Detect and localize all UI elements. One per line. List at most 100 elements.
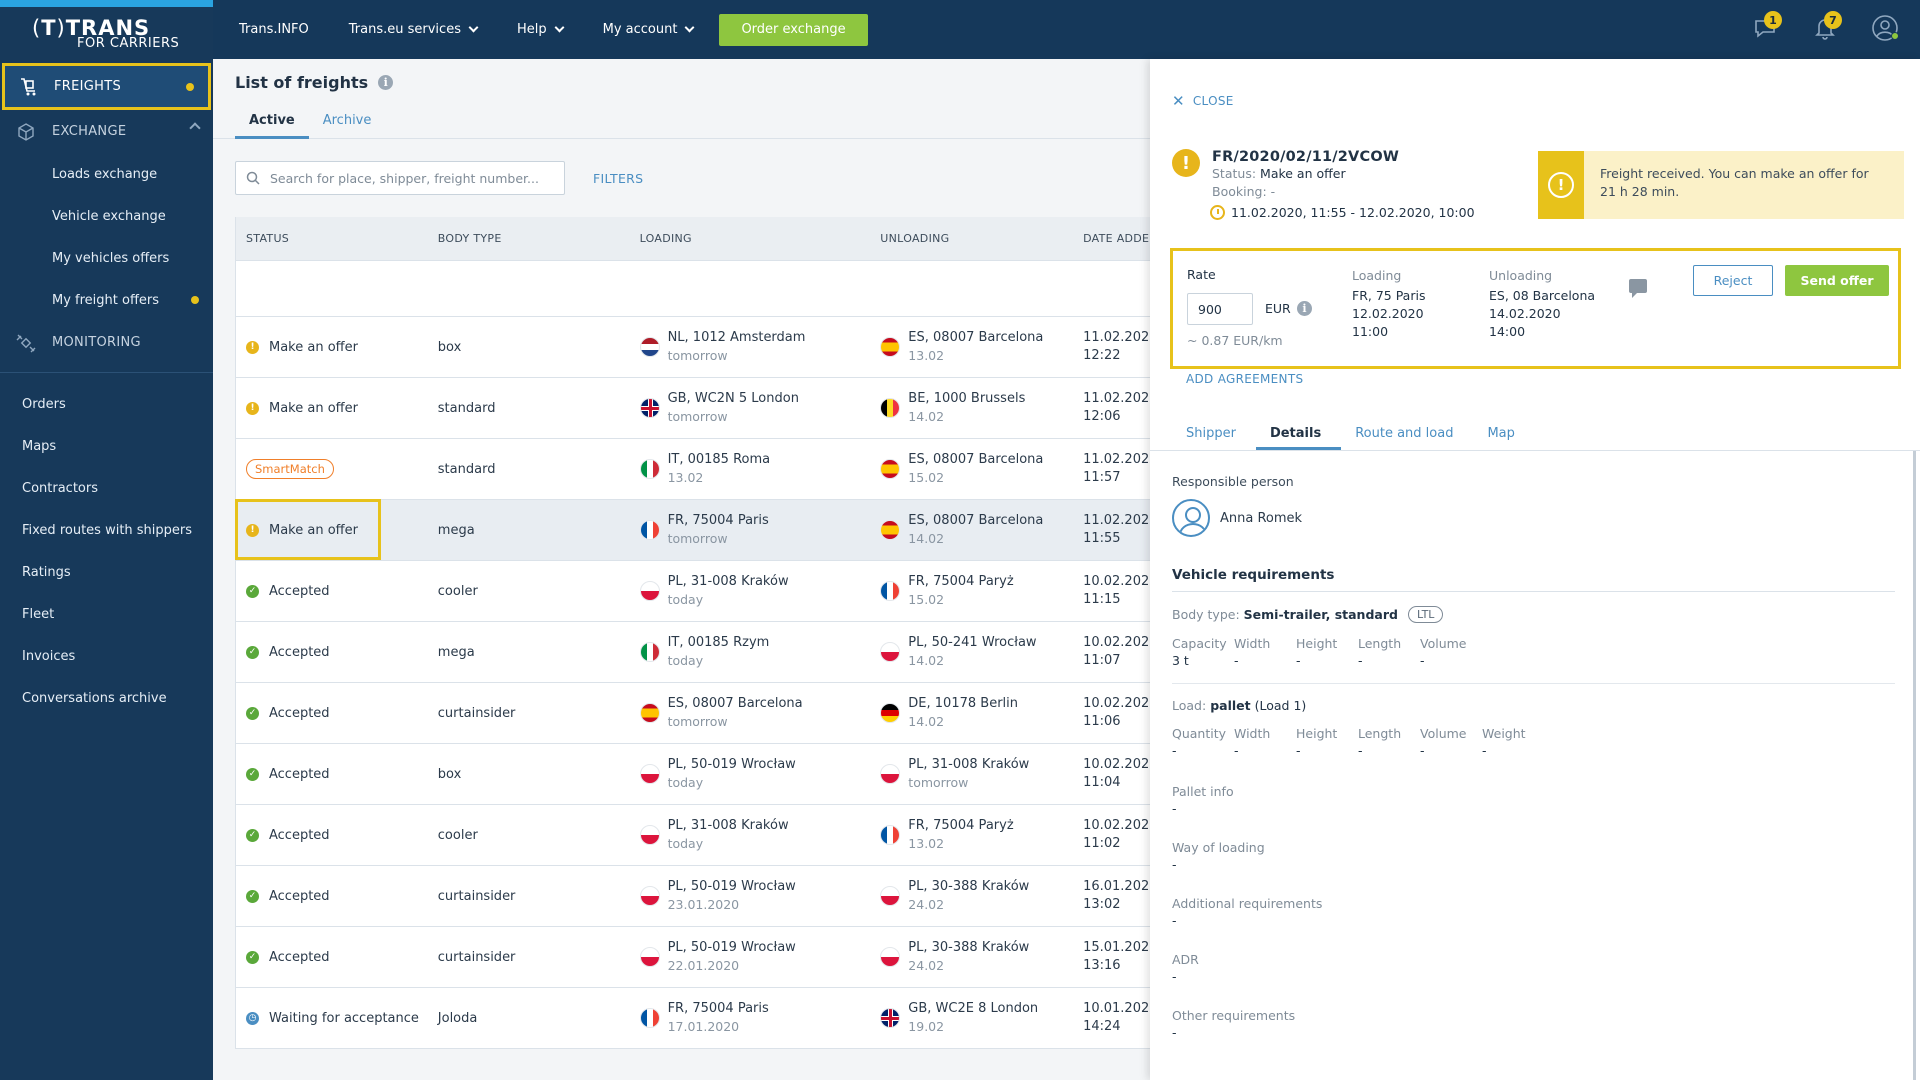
column-unloading[interactable]: UNLOADING	[880, 232, 1083, 245]
add-agreements-link[interactable]: ADD AGREEMENTS	[1186, 372, 1303, 386]
cell-status: ✓ Accepted	[236, 828, 438, 843]
unloading-place: ES, 08007 Barcelona	[908, 330, 1044, 345]
unloading-place: DE, 10178 Berlin	[908, 696, 1018, 711]
cell-status: ✓ Accepted	[236, 767, 438, 782]
sidebar-item-exchange[interactable]: EXCHANGE	[0, 110, 213, 153]
sidebar-link-conversations-archive[interactable]: Conversations archive	[0, 677, 213, 719]
status-text: Accepted	[269, 888, 330, 904]
sidebar-sub-vehicle-exchange[interactable]: Vehicle exchange	[0, 195, 213, 237]
sidebar-link-ratings[interactable]: Ratings	[0, 551, 213, 593]
unloading-when: 13.02	[908, 348, 945, 363]
loading-place: PL, 31-008 Kraków	[667, 574, 789, 589]
spec-cell: Width -	[1234, 725, 1296, 759]
extra-requirements: Pallet info - Way of loading - Additional re…	[1172, 783, 1895, 1041]
table-row[interactable]: ! Make an offer standard GB, WC2N 5 Londo…	[236, 378, 1150, 439]
table-row[interactable]: ✓ Accepted cooler PL, 31-008 Kraków today …	[236, 805, 1150, 866]
table-row[interactable]: ✓ Accepted box PL, 50-019 Wrocław today PL…	[236, 744, 1150, 805]
user-menu-button[interactable]	[1870, 10, 1900, 46]
topbar-link-help[interactable]: Help	[517, 22, 565, 37]
cell-date-added: 10.02.2020 11:02	[1083, 817, 1150, 853]
info-icon[interactable]: i	[378, 75, 394, 90]
reject-button[interactable]: Reject	[1693, 265, 1773, 296]
status-text: Make an offer	[269, 339, 358, 355]
sidebar-link-fleet[interactable]: Fleet	[0, 593, 213, 635]
tab-archive[interactable]: Archive	[309, 113, 386, 139]
cell-body-type: curtainsider	[437, 705, 516, 721]
sidebar-sub-my-freight-offers[interactable]: My freight offers	[0, 279, 213, 321]
offer-form: Rate EUR i ~ 0.87 EUR/km Loading FR, 75 …	[1170, 248, 1901, 369]
notifications-button[interactable]: 7	[1810, 10, 1842, 46]
spec-value: 3 t	[1172, 653, 1189, 668]
tab-route-and-load[interactable]: Route and load	[1341, 426, 1473, 450]
unloading-place: GB, WC2E 8 London	[908, 1001, 1039, 1016]
chevron-down-icon	[685, 22, 695, 33]
loading-when: tomorrow	[667, 348, 728, 363]
logo[interactable]: (T)TRANS FOR CARRIERS	[0, 7, 213, 59]
spec-cell: Volume -	[1420, 725, 1482, 759]
flag-es-icon	[880, 520, 901, 540]
check-icon: ✓	[246, 828, 259, 842]
topbar-link-trans-info[interactable]: Trans.INFO	[239, 22, 309, 37]
table-row[interactable]: ✓ Accepted curtainsider PL, 50-019 Wrocła…	[236, 866, 1150, 927]
table-row[interactable]: ✓ Accepted cooler PL, 31-008 Kraków today …	[236, 561, 1150, 622]
page-header: List of freights i Active Archive	[213, 59, 1150, 139]
send-offer-button[interactable]: Send offer	[1785, 265, 1889, 296]
column-status[interactable]: STATUS	[236, 232, 438, 245]
tab-shipper[interactable]: Shipper	[1172, 426, 1256, 450]
sidebar-link-orders[interactable]: Orders	[0, 383, 213, 425]
unloading-when: 15.02	[908, 592, 945, 607]
tab-active[interactable]: Active	[235, 113, 309, 139]
info-icon[interactable]: i	[1297, 301, 1312, 316]
details-content: Responsible person Anna Romek Vehicle re…	[1172, 474, 1895, 1041]
table-row[interactable]: ✓ Accepted curtainsider ES, 08007 Barcelo…	[236, 683, 1150, 744]
table-row[interactable]: SmartMatch standard IT, 00185 Roma 13.02 …	[236, 439, 1150, 500]
warning-icon: !	[246, 340, 259, 354]
order-exchange-button[interactable]: Order exchange	[719, 13, 868, 46]
rate-input[interactable]	[1187, 293, 1253, 325]
filters-button[interactable]: FILTERS	[593, 171, 643, 186]
sidebar-item-monitoring[interactable]: MONITORING	[0, 321, 213, 364]
table-row[interactable]: ✓ Accepted curtainsider PL, 50-019 Wrocła…	[236, 927, 1150, 988]
spec-label: Width	[1234, 726, 1271, 741]
table-row[interactable]: ! Make an offer box NL, 1012 Amsterdam tom…	[236, 317, 1150, 378]
sidebar-sub-loads-exchange[interactable]: Loads exchange	[0, 153, 213, 195]
topbar-link-services[interactable]: Trans.eu services	[348, 22, 479, 37]
messages-button[interactable]: 1	[1750, 10, 1782, 46]
table-row[interactable]: ! Make an offer mega FR, 75004 Paris tomor…	[235, 499, 1150, 561]
panel-scrollbar[interactable]	[1913, 451, 1916, 1080]
flag-fr-icon	[880, 581, 901, 601]
loading-when: 17.01.2020	[667, 1019, 740, 1034]
panel-tabs: Shipper Details Route and load Map	[1172, 426, 1535, 450]
sidebar-link-maps[interactable]: Maps	[0, 425, 213, 467]
column-body-type[interactable]: BODY TYPE	[438, 232, 640, 245]
tab-details[interactable]: Details	[1255, 426, 1342, 450]
spec-label: Length	[1358, 726, 1402, 741]
close-button[interactable]: ✕ CLOSE	[1172, 92, 1234, 110]
sidebar-item-freights[interactable]: FREIGHTS	[2, 63, 211, 110]
cell-date-added: 11.02.2020 11:55	[1083, 512, 1150, 548]
table-row[interactable]: ◷ Waiting for acceptance Joloda FR, 75004…	[236, 988, 1150, 1049]
sidebar-sub-my-vehicles-offers[interactable]: My vehicles offers	[0, 237, 213, 279]
unloading-place: ES, 08007 Barcelona	[908, 452, 1044, 467]
spec-label: Quantity	[1172, 726, 1227, 741]
search-input[interactable]	[270, 170, 550, 186]
loading-place: PL, 31-008 Kraków	[667, 818, 789, 833]
warning-icon: !	[246, 523, 259, 537]
sidebar-link-fixed-routes[interactable]: Fixed routes with shippers	[0, 509, 213, 551]
cell-loading: FR, 75004 Paris 17.01.2020	[639, 1000, 881, 1036]
tab-map[interactable]: Map	[1473, 426, 1534, 450]
cube-icon	[14, 120, 38, 144]
sidebar-link-contractors[interactable]: Contractors	[0, 467, 213, 509]
table-spacer-row	[236, 261, 1150, 317]
column-loading[interactable]: LOADING	[640, 232, 881, 245]
comment-icon[interactable]	[1629, 279, 1647, 298]
column-date-added[interactable]: DATE ADDED	[1083, 230, 1150, 248]
topbar-link-my-account[interactable]: My account	[603, 22, 695, 37]
cell-loading: FR, 75004 Paris tomorrow	[639, 512, 881, 548]
cell-loading: PL, 31-008 Kraków today	[639, 817, 881, 853]
spec-cell: Weight -	[1482, 725, 1544, 759]
cell-body-type: cooler	[437, 827, 478, 843]
topbar-link-label: Trans.eu services	[348, 22, 461, 37]
sidebar-link-invoices[interactable]: Invoices	[0, 635, 213, 677]
table-row[interactable]: ✓ Accepted mega IT, 00185 Rzym today PL, 5…	[236, 622, 1150, 683]
